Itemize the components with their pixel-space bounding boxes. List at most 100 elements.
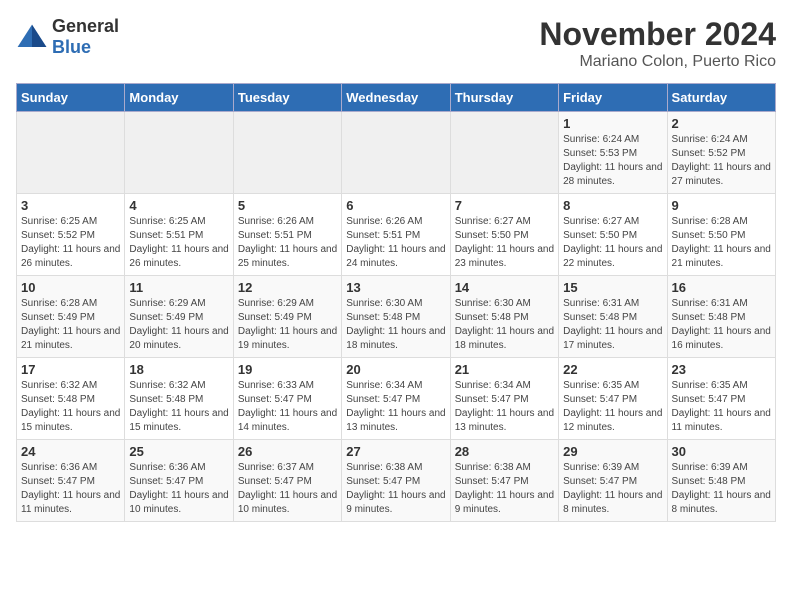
day-number: 15 [563,280,662,295]
calendar-cell: 2Sunrise: 6:24 AM Sunset: 5:52 PM Daylig… [667,112,775,194]
calendar-week-row: 1 Sunrise: 6:24 AM Sunset: 5:53 PM Daylig… [17,112,776,194]
day-info: Sunrise: 6:26 AM Sunset: 5:51 PM Dayligh… [346,215,445,271]
day-number: 10 [21,280,120,295]
day-info: Sunrise: 6:39 AM Sunset: 5:47 PM Dayligh… [563,461,662,517]
calendar-cell: 19Sunrise: 6:33 AM Sunset: 5:47 PM Dayli… [233,358,341,440]
day-info: Sunrise: 6:36 AM Sunset: 5:47 PM Dayligh… [21,461,120,517]
calendar-cell: 11 Sunrise: 6:29 AM Sunset: 5:49 PM Dayli… [125,276,233,358]
day-number: 26 [238,444,337,459]
weekday-header: Tuesday [233,84,341,112]
day-number: 13 [346,280,445,295]
day-info: Sunrise: 6:35 AM Sunset: 5:47 PM Dayligh… [563,379,662,435]
month-title: November 2024 [539,16,776,53]
calendar-cell [450,112,558,194]
day-info: Sunrise: 6:37 AM Sunset: 5:47 PM Dayligh… [238,461,337,517]
day-info: Sunrise: 6:31 AM Sunset: 5:48 PM Dayligh… [563,297,662,353]
day-info: Sunrise: 6:38 AM Sunset: 5:47 PM Dayligh… [455,461,554,517]
calendar-cell: 22 Sunrise: 6:35 AM Sunset: 5:47 PM Dayli… [559,358,667,440]
day-number: 28 [455,444,554,459]
calendar-cell: 21 Sunrise: 6:34 AM Sunset: 5:47 PM Dayli… [450,358,558,440]
day-number: 21 [455,362,554,377]
day-info: Sunrise: 6:25 AM Sunset: 5:51 PM Dayligh… [129,215,228,271]
calendar-cell: 17Sunrise: 6:32 AM Sunset: 5:48 PM Dayli… [17,358,125,440]
day-info: Sunrise: 6:29 AM Sunset: 5:49 PM Dayligh… [129,297,228,353]
day-info: Sunrise: 6:27 AM Sunset: 5:50 PM Dayligh… [563,215,662,271]
calendar-week-row: 17Sunrise: 6:32 AM Sunset: 5:48 PM Dayli… [17,358,776,440]
calendar-cell [233,112,341,194]
day-number: 7 [455,198,554,213]
logo-icon [16,23,48,51]
day-number: 17 [21,362,120,377]
calendar-cell: 6 Sunrise: 6:26 AM Sunset: 5:51 PM Daylig… [342,194,450,276]
logo-blue: Blue [52,37,91,57]
day-number: 9 [672,198,771,213]
day-number: 29 [563,444,662,459]
calendar-week-row: 10 Sunrise: 6:28 AM Sunset: 5:49 PM Dayli… [17,276,776,358]
weekday-header: Saturday [667,84,775,112]
day-number: 25 [129,444,228,459]
calendar-cell: 1 Sunrise: 6:24 AM Sunset: 5:53 PM Daylig… [559,112,667,194]
day-number: 23 [672,362,771,377]
calendar-cell: 23Sunrise: 6:35 AM Sunset: 5:47 PM Dayli… [667,358,775,440]
day-number: 30 [672,444,771,459]
day-number: 27 [346,444,445,459]
day-info: Sunrise: 6:24 AM Sunset: 5:53 PM Dayligh… [563,133,662,189]
day-info: Sunrise: 6:36 AM Sunset: 5:47 PM Dayligh… [129,461,228,517]
calendar-cell [342,112,450,194]
calendar-body: 1 Sunrise: 6:24 AM Sunset: 5:53 PM Daylig… [17,112,776,522]
calendar-cell: 15 Sunrise: 6:31 AM Sunset: 5:48 PM Dayli… [559,276,667,358]
weekday-header: Friday [559,84,667,112]
day-info: Sunrise: 6:34 AM Sunset: 5:47 PM Dayligh… [346,379,445,435]
location-title: Mariano Colon, Puerto Rico [539,53,776,71]
header: General Blue November 2024 Mariano Colon… [16,16,776,71]
calendar-cell: 28 Sunrise: 6:38 AM Sunset: 5:47 PM Dayli… [450,440,558,522]
calendar-cell: 5 Sunrise: 6:26 AM Sunset: 5:51 PM Daylig… [233,194,341,276]
day-number: 6 [346,198,445,213]
calendar-cell: 18Sunrise: 6:32 AM Sunset: 5:48 PM Dayli… [125,358,233,440]
day-number: 16 [672,280,771,295]
weekday-header: Monday [125,84,233,112]
day-info: Sunrise: 6:31 AM Sunset: 5:48 PM Dayligh… [672,297,771,353]
day-number: 11 [129,280,228,295]
calendar-cell: 8 Sunrise: 6:27 AM Sunset: 5:50 PM Daylig… [559,194,667,276]
calendar-cell [17,112,125,194]
calendar-header-row: SundayMondayTuesdayWednesdayThursdayFrid… [17,84,776,112]
day-info: Sunrise: 6:24 AM Sunset: 5:52 PM Dayligh… [672,133,771,189]
day-number: 3 [21,198,120,213]
title-area: November 2024 Mariano Colon, Puerto Rico [539,16,776,71]
day-info: Sunrise: 6:39 AM Sunset: 5:48 PM Dayligh… [672,461,771,517]
calendar-week-row: 3Sunrise: 6:25 AM Sunset: 5:52 PM Daylig… [17,194,776,276]
calendar-cell: 7 Sunrise: 6:27 AM Sunset: 5:50 PM Daylig… [450,194,558,276]
calendar-cell [125,112,233,194]
day-info: Sunrise: 6:38 AM Sunset: 5:47 PM Dayligh… [346,461,445,517]
calendar-cell: 29 Sunrise: 6:39 AM Sunset: 5:47 PM Dayli… [559,440,667,522]
calendar-cell: 25 Sunrise: 6:36 AM Sunset: 5:47 PM Dayli… [125,440,233,522]
calendar-cell: 9 Sunrise: 6:28 AM Sunset: 5:50 PM Daylig… [667,194,775,276]
calendar-cell: 4 Sunrise: 6:25 AM Sunset: 5:51 PM Daylig… [125,194,233,276]
day-info: Sunrise: 6:30 AM Sunset: 5:48 PM Dayligh… [455,297,554,353]
day-info: Sunrise: 6:26 AM Sunset: 5:51 PM Dayligh… [238,215,337,271]
calendar-week-row: 24 Sunrise: 6:36 AM Sunset: 5:47 PM Dayli… [17,440,776,522]
day-number: 22 [563,362,662,377]
logo: General Blue [16,16,119,58]
calendar-cell: 10 Sunrise: 6:28 AM Sunset: 5:49 PM Dayli… [17,276,125,358]
day-info: Sunrise: 6:34 AM Sunset: 5:47 PM Dayligh… [455,379,554,435]
day-number: 4 [129,198,228,213]
calendar-cell: 16 Sunrise: 6:31 AM Sunset: 5:48 PM Dayli… [667,276,775,358]
day-info: Sunrise: 6:28 AM Sunset: 5:50 PM Dayligh… [672,215,771,271]
day-info: Sunrise: 6:29 AM Sunset: 5:49 PM Dayligh… [238,297,337,353]
calendar-cell: 3Sunrise: 6:25 AM Sunset: 5:52 PM Daylig… [17,194,125,276]
day-number: 5 [238,198,337,213]
day-info: Sunrise: 6:27 AM Sunset: 5:50 PM Dayligh… [455,215,554,271]
calendar-cell: 14Sunrise: 6:30 AM Sunset: 5:48 PM Dayli… [450,276,558,358]
day-info: Sunrise: 6:28 AM Sunset: 5:49 PM Dayligh… [21,297,120,353]
day-info: Sunrise: 6:33 AM Sunset: 5:47 PM Dayligh… [238,379,337,435]
day-number: 24 [21,444,120,459]
weekday-header: Thursday [450,84,558,112]
calendar-cell: 30 Sunrise: 6:39 AM Sunset: 5:48 PM Dayli… [667,440,775,522]
day-number: 18 [129,362,228,377]
day-number: 8 [563,198,662,213]
day-number: 1 [563,116,662,131]
day-number: 12 [238,280,337,295]
weekday-header: Sunday [17,84,125,112]
